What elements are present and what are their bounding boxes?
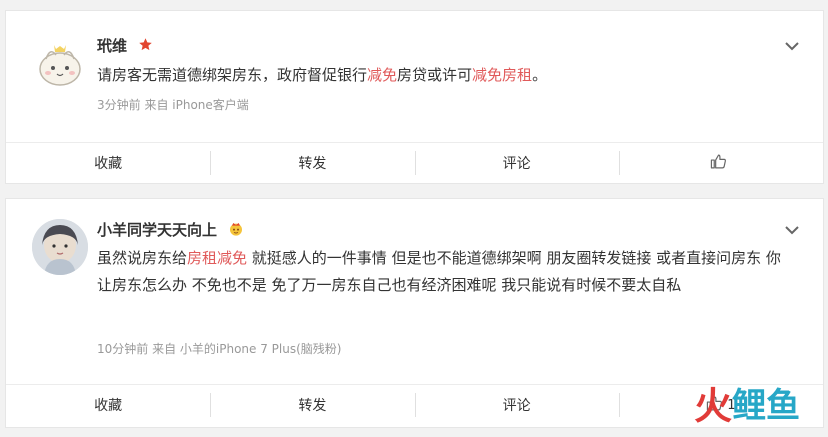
username-text[interactable]: 小羊同学天天向上 [97,221,217,239]
crown-emoji-icon [228,221,244,241]
post-card: 玳维 请房客无需道德绑架房东，政府督促银行减免房贷或许可减免房租。 3分钟前 来… [5,10,824,184]
content-segment: 房贷或许可 [397,66,473,84]
like-button[interactable] [618,143,823,183]
post-content: 请房客无需道德绑架房东，政府督促银行减免房贷或许可减免房租。 [97,62,797,89]
collect-button[interactable]: 收藏 [6,143,210,183]
star-badge-icon [138,37,153,56]
content-segment: 虽然说房东给 [97,249,188,267]
comment-label: 评论 [502,398,531,414]
repost-button[interactable]: 转发 [210,385,414,425]
highlight-keyword[interactable]: 房租减免 [187,249,247,267]
watermark-logo: 火 鲤 鱼 [694,386,800,426]
comment-button[interactable]: 评论 [414,385,619,425]
highlight-keyword[interactable]: 减免房租 [472,66,532,84]
content-segment: 。 [532,66,548,84]
collect-button[interactable]: 收藏 [6,385,210,425]
watermark-char: 火 [693,384,732,428]
watermark-char: 鲤 [732,386,766,426]
username-text[interactable]: 玳维 [97,37,127,55]
highlight-keyword[interactable]: 减免 [367,66,397,84]
collect-label: 收藏 [94,156,123,172]
thumbs-up-icon [710,153,727,174]
comment-button[interactable]: 评论 [414,143,619,183]
post-meta: 10分钟前 来自 小羊的iPhone 7 Plus(脑残粉) [97,342,342,356]
post-meta: 3分钟前 来自 iPhone客户端 [97,98,249,112]
username[interactable]: 玳维 [97,35,153,56]
collect-label: 收藏 [94,398,123,414]
repost-label: 转发 [298,398,327,414]
action-bar: 收藏 转发 评论 [6,142,823,183]
comment-label: 评论 [502,156,531,172]
repost-label: 转发 [298,156,327,172]
avatar[interactable] [32,219,88,275]
post-content: 虽然说房东给房租减免 就挺感人的一件事情 但是也不能道德绑架啊 朋友圈转发链接 … [97,245,787,299]
content-segment: 请房客无需道德绑架房东，政府督促银行 [97,66,368,84]
avatar[interactable] [32,37,88,93]
repost-button[interactable]: 转发 [210,143,414,183]
chevron-down-icon[interactable] [783,37,801,55]
watermark-char: 鱼 [766,386,800,426]
chevron-down-icon[interactable] [783,221,801,239]
username[interactable]: 小羊同学天天向上 [97,219,244,241]
